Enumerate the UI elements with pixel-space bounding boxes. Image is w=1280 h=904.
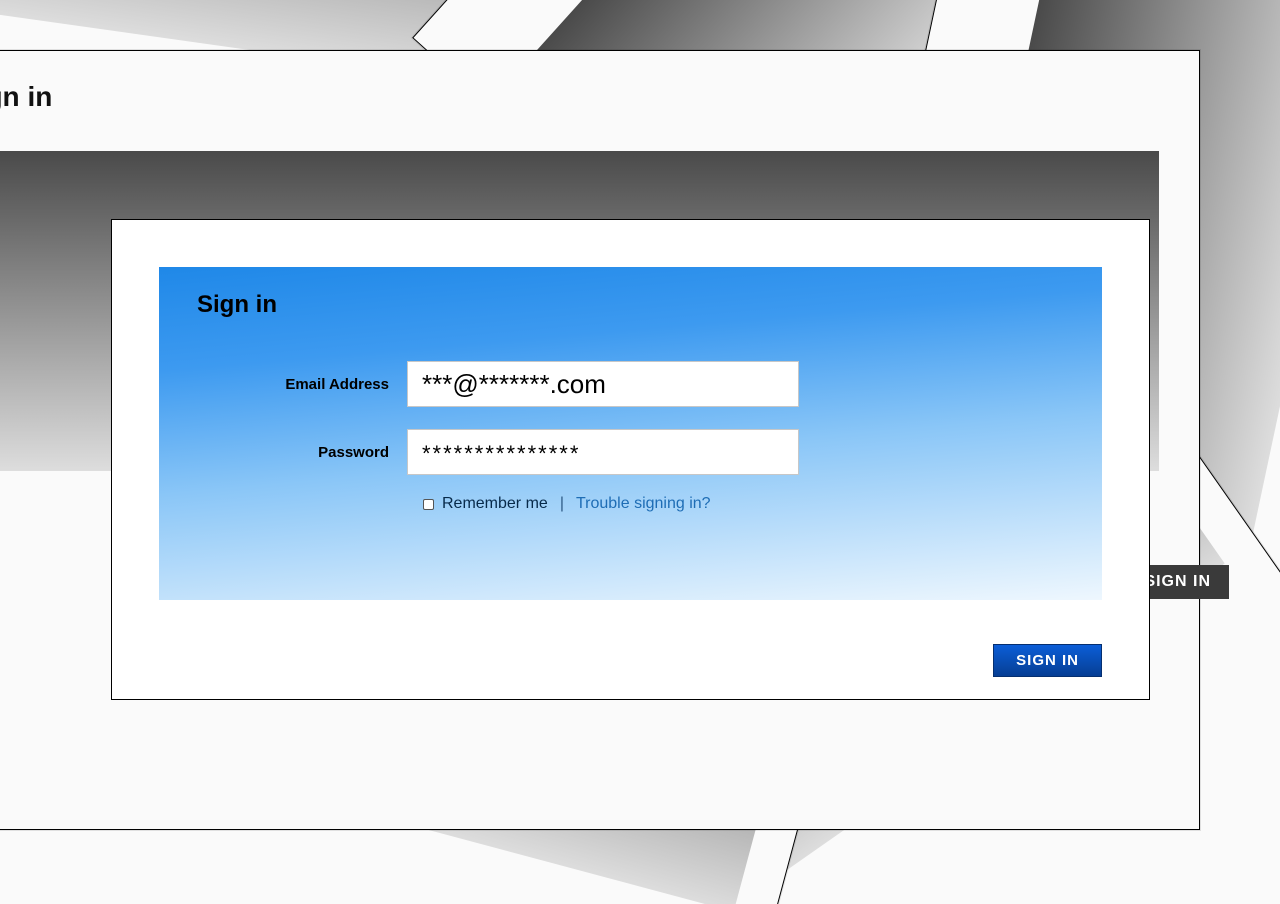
password-label: Password (159, 444, 407, 461)
options-divider: | (560, 495, 564, 513)
panel-title: Sign in (197, 291, 277, 319)
password-mask: *************** (422, 441, 580, 466)
signin-button[interactable]: SIGN IN (993, 644, 1102, 677)
email-label: Email Address (159, 376, 407, 393)
email-row: Email Address ***@*******.com (159, 361, 1102, 407)
background-title: Sign in (0, 81, 52, 113)
options-row: Remember me | Trouble signing in? (423, 495, 711, 513)
email-field[interactable]: ***@*******.com (407, 361, 799, 407)
signin-modal: Sign in Email Address ***@*******.com Pa… (111, 219, 1150, 700)
password-field[interactable]: *************** (407, 429, 799, 475)
password-row: Password *************** (159, 429, 1102, 475)
signin-panel: Sign in Email Address ***@*******.com Pa… (159, 267, 1102, 600)
trouble-signing-in-link[interactable]: Trouble signing in? (576, 495, 711, 513)
remember-checkbox[interactable] (423, 499, 434, 510)
remember-label: Remember me (442, 495, 548, 513)
